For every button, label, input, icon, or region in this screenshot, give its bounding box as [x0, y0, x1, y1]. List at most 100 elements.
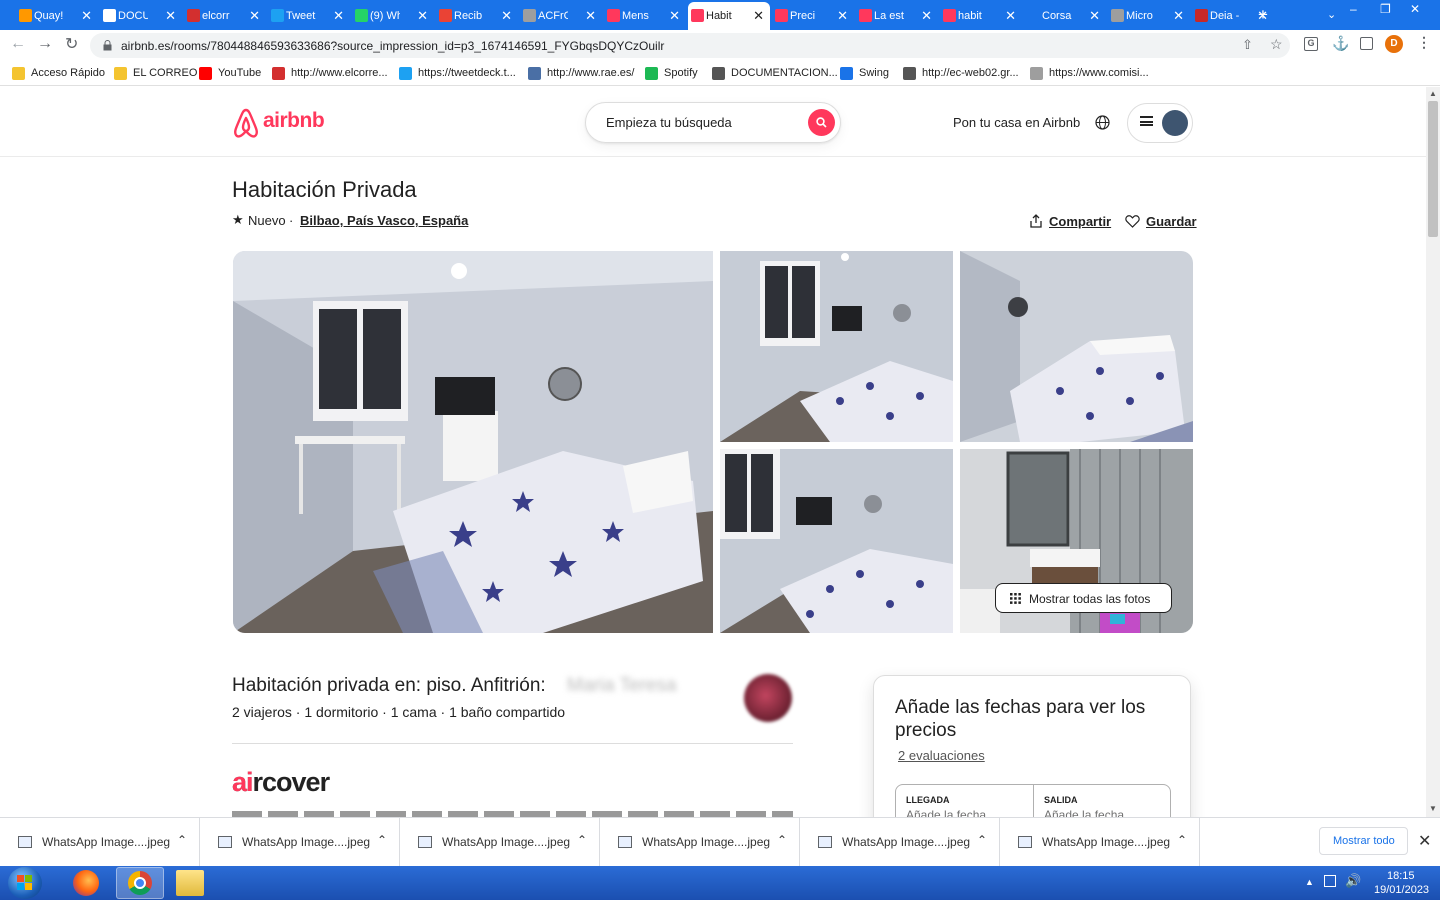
tab-close-icon[interactable]: ✕	[585, 8, 596, 24]
download-options-chevron-icon[interactable]: ⌃	[177, 833, 187, 847]
reload-icon[interactable]: ↻	[65, 34, 78, 54]
download-options-chevron-icon[interactable]: ⌃	[577, 833, 587, 847]
bookmark-item[interactable]: Spotify	[645, 65, 698, 81]
user-menu-button[interactable]	[1127, 103, 1193, 143]
globe-icon[interactable]	[1095, 115, 1110, 130]
tab-search-icon[interactable]: ⌄	[1327, 8, 1336, 21]
browser-tab[interactable]: Quay! ✕	[16, 2, 98, 30]
date-picker[interactable]: LLEGADA Añade la fecha SALIDA Añade la f…	[895, 784, 1171, 817]
browser-tab[interactable]: Mens ✕	[604, 2, 686, 30]
airbnb-logo-text[interactable]: airbnb	[263, 109, 325, 133]
tab-close-icon[interactable]: ✕	[1173, 8, 1184, 24]
download-options-chevron-icon[interactable]: ⌃	[377, 833, 387, 847]
share-icon[interactable]	[1029, 214, 1043, 228]
download-options-chevron-icon[interactable]: ⌃	[977, 833, 987, 847]
download-item[interactable]: WhatsApp Image....jpeg ⌃	[0, 818, 200, 867]
bookmark-item[interactable]: Swing	[840, 65, 889, 81]
firefox-icon[interactable]	[73, 870, 99, 896]
browser-tab[interactable]: Habit ✕	[688, 2, 770, 30]
checkout-field[interactable]: Añade la fecha	[1044, 808, 1124, 817]
browser-tab[interactable]: habit ✕	[940, 2, 1022, 30]
download-options-chevron-icon[interactable]: ⌃	[1177, 833, 1187, 847]
browser-tab[interactable]: (9) Wh ✕	[352, 2, 434, 30]
bookmark-item[interactable]: YouTube	[199, 65, 261, 81]
bookmark-item[interactable]: https://tweetdeck.t...	[399, 65, 516, 81]
close-window-icon[interactable]: ✕	[1410, 2, 1420, 16]
download-item[interactable]: WhatsApp Image....jpeg ⌃	[1000, 818, 1200, 867]
browser-tab[interactable]: Tweet ✕	[268, 2, 350, 30]
bookmark-star-icon[interactable]: ☆	[1270, 36, 1283, 53]
tab-close-icon[interactable]: ✕	[1089, 8, 1100, 24]
tray-arrow-icon[interactable]: ▲	[1305, 877, 1314, 887]
download-item[interactable]: WhatsApp Image....jpeg ⌃	[400, 818, 600, 867]
location-link[interactable]: Bilbao, País Vasco, España	[300, 213, 468, 228]
tab-close-icon[interactable]: ✕	[669, 8, 680, 24]
bookmark-item[interactable]: http://ec-web02.gr...	[903, 65, 1019, 81]
url-text[interactable]: airbnb.es/rooms/780448846593633686?sourc…	[121, 39, 664, 53]
browser-tab[interactable]: Preci ✕	[772, 2, 854, 30]
bookmark-item[interactable]: https://www.comisi...	[1030, 65, 1149, 81]
tab-close-icon[interactable]: ✕	[249, 8, 260, 24]
clock-time[interactable]: 18:15	[1387, 870, 1415, 882]
minimize-icon[interactable]: –	[1350, 2, 1357, 16]
share-button[interactable]: Compartir	[1049, 214, 1111, 229]
sidepanel-icon[interactable]	[1360, 37, 1373, 50]
search-bar[interactable]: Empieza tu búsqueda	[585, 102, 841, 143]
host-avatar[interactable]	[744, 674, 792, 722]
browser-tab[interactable]: ACFrC ✕	[520, 2, 602, 30]
bookmark-item[interactable]: EL CORREO	[114, 65, 197, 81]
main-bedroom-photo[interactable]	[233, 251, 713, 633]
tab-close-icon[interactable]: ✕	[1005, 8, 1016, 24]
tab-close-icon[interactable]: ✕	[921, 8, 932, 24]
browser-tab[interactable]: DOCU ✕	[100, 2, 182, 30]
back-icon[interactable]: ←	[10, 35, 26, 53]
clock-date[interactable]: 19/01/2023	[1374, 884, 1429, 896]
scroll-up-icon[interactable]: ▲	[1429, 89, 1437, 98]
extension-g-icon[interactable]: G	[1304, 37, 1318, 51]
bedroom-photo-4[interactable]	[720, 449, 953, 633]
bedroom-photo-3[interactable]	[960, 251, 1193, 442]
save-button[interactable]: Guardar	[1146, 214, 1197, 229]
show-all-downloads-button[interactable]: Mostrar todo	[1319, 827, 1408, 855]
tab-close-icon[interactable]: ✕	[165, 8, 176, 24]
address-bar[interactable]: airbnb.es/rooms/780448846593633686?sourc…	[90, 33, 1290, 58]
reviews-link[interactable]: 2 evaluaciones	[898, 748, 985, 763]
page-scrollbar[interactable]: ▲ ▼	[1426, 87, 1440, 817]
browser-tab[interactable]: Recib ✕	[436, 2, 518, 30]
volume-icon[interactable]: 🔊	[1345, 873, 1361, 889]
forward-icon[interactable]: →	[37, 35, 53, 53]
bookmark-item[interactable]: DOCUMENTACION...	[712, 65, 838, 81]
bookmark-item[interactable]: http://www.rae.es/	[528, 65, 634, 81]
tab-close-icon[interactable]: ✕	[417, 8, 428, 24]
browser-menu-icon[interactable]: ⋮	[1417, 34, 1431, 51]
tab-close-icon[interactable]: ✕	[501, 8, 512, 24]
browser-tab[interactable]: Corsa ✕	[1024, 2, 1106, 30]
tab-close-icon[interactable]: ✕	[333, 8, 344, 24]
profile-avatar[interactable]: D	[1385, 35, 1403, 53]
chrome-taskbar-button[interactable]	[116, 867, 164, 899]
scroll-down-icon[interactable]: ▼	[1429, 804, 1437, 813]
download-item[interactable]: WhatsApp Image....jpeg ⌃	[800, 818, 1000, 867]
download-item[interactable]: WhatsApp Image....jpeg ⌃	[600, 818, 800, 867]
network-icon[interactable]	[1324, 875, 1336, 887]
scrollbar-thumb[interactable]	[1428, 101, 1438, 237]
restore-icon[interactable]: ❐	[1380, 2, 1391, 16]
host-link[interactable]: Pon tu casa en Airbnb	[953, 115, 1080, 130]
extensions-puzzle-icon[interactable]: ⚓	[1332, 35, 1349, 52]
download-item[interactable]: WhatsApp Image....jpeg ⌃	[200, 818, 400, 867]
browser-tab[interactable]: Micro ✕	[1108, 2, 1190, 30]
close-downloads-icon[interactable]: ✕	[1418, 831, 1431, 851]
tab-close-icon[interactable]: ✕	[837, 8, 848, 24]
browser-tab[interactable]: elcorr ✕	[184, 2, 266, 30]
bookmark-item[interactable]: Acceso Rápido	[12, 65, 105, 81]
airbnb-logo-icon[interactable]	[232, 108, 260, 138]
show-all-photos-button[interactable]: Mostrar todas las fotos	[995, 583, 1172, 613]
heart-icon[interactable]	[1125, 214, 1140, 228]
tab-close-icon[interactable]: ✕	[81, 8, 92, 24]
start-button[interactable]	[8, 867, 42, 899]
file-explorer-icon[interactable]	[176, 870, 204, 896]
browser-tab[interactable]: La est ✕	[856, 2, 938, 30]
bedroom-photo-2[interactable]	[720, 251, 953, 442]
bookmark-item[interactable]: http://www.elcorre...	[272, 65, 388, 81]
new-tab-icon[interactable]: +	[1258, 5, 1268, 25]
